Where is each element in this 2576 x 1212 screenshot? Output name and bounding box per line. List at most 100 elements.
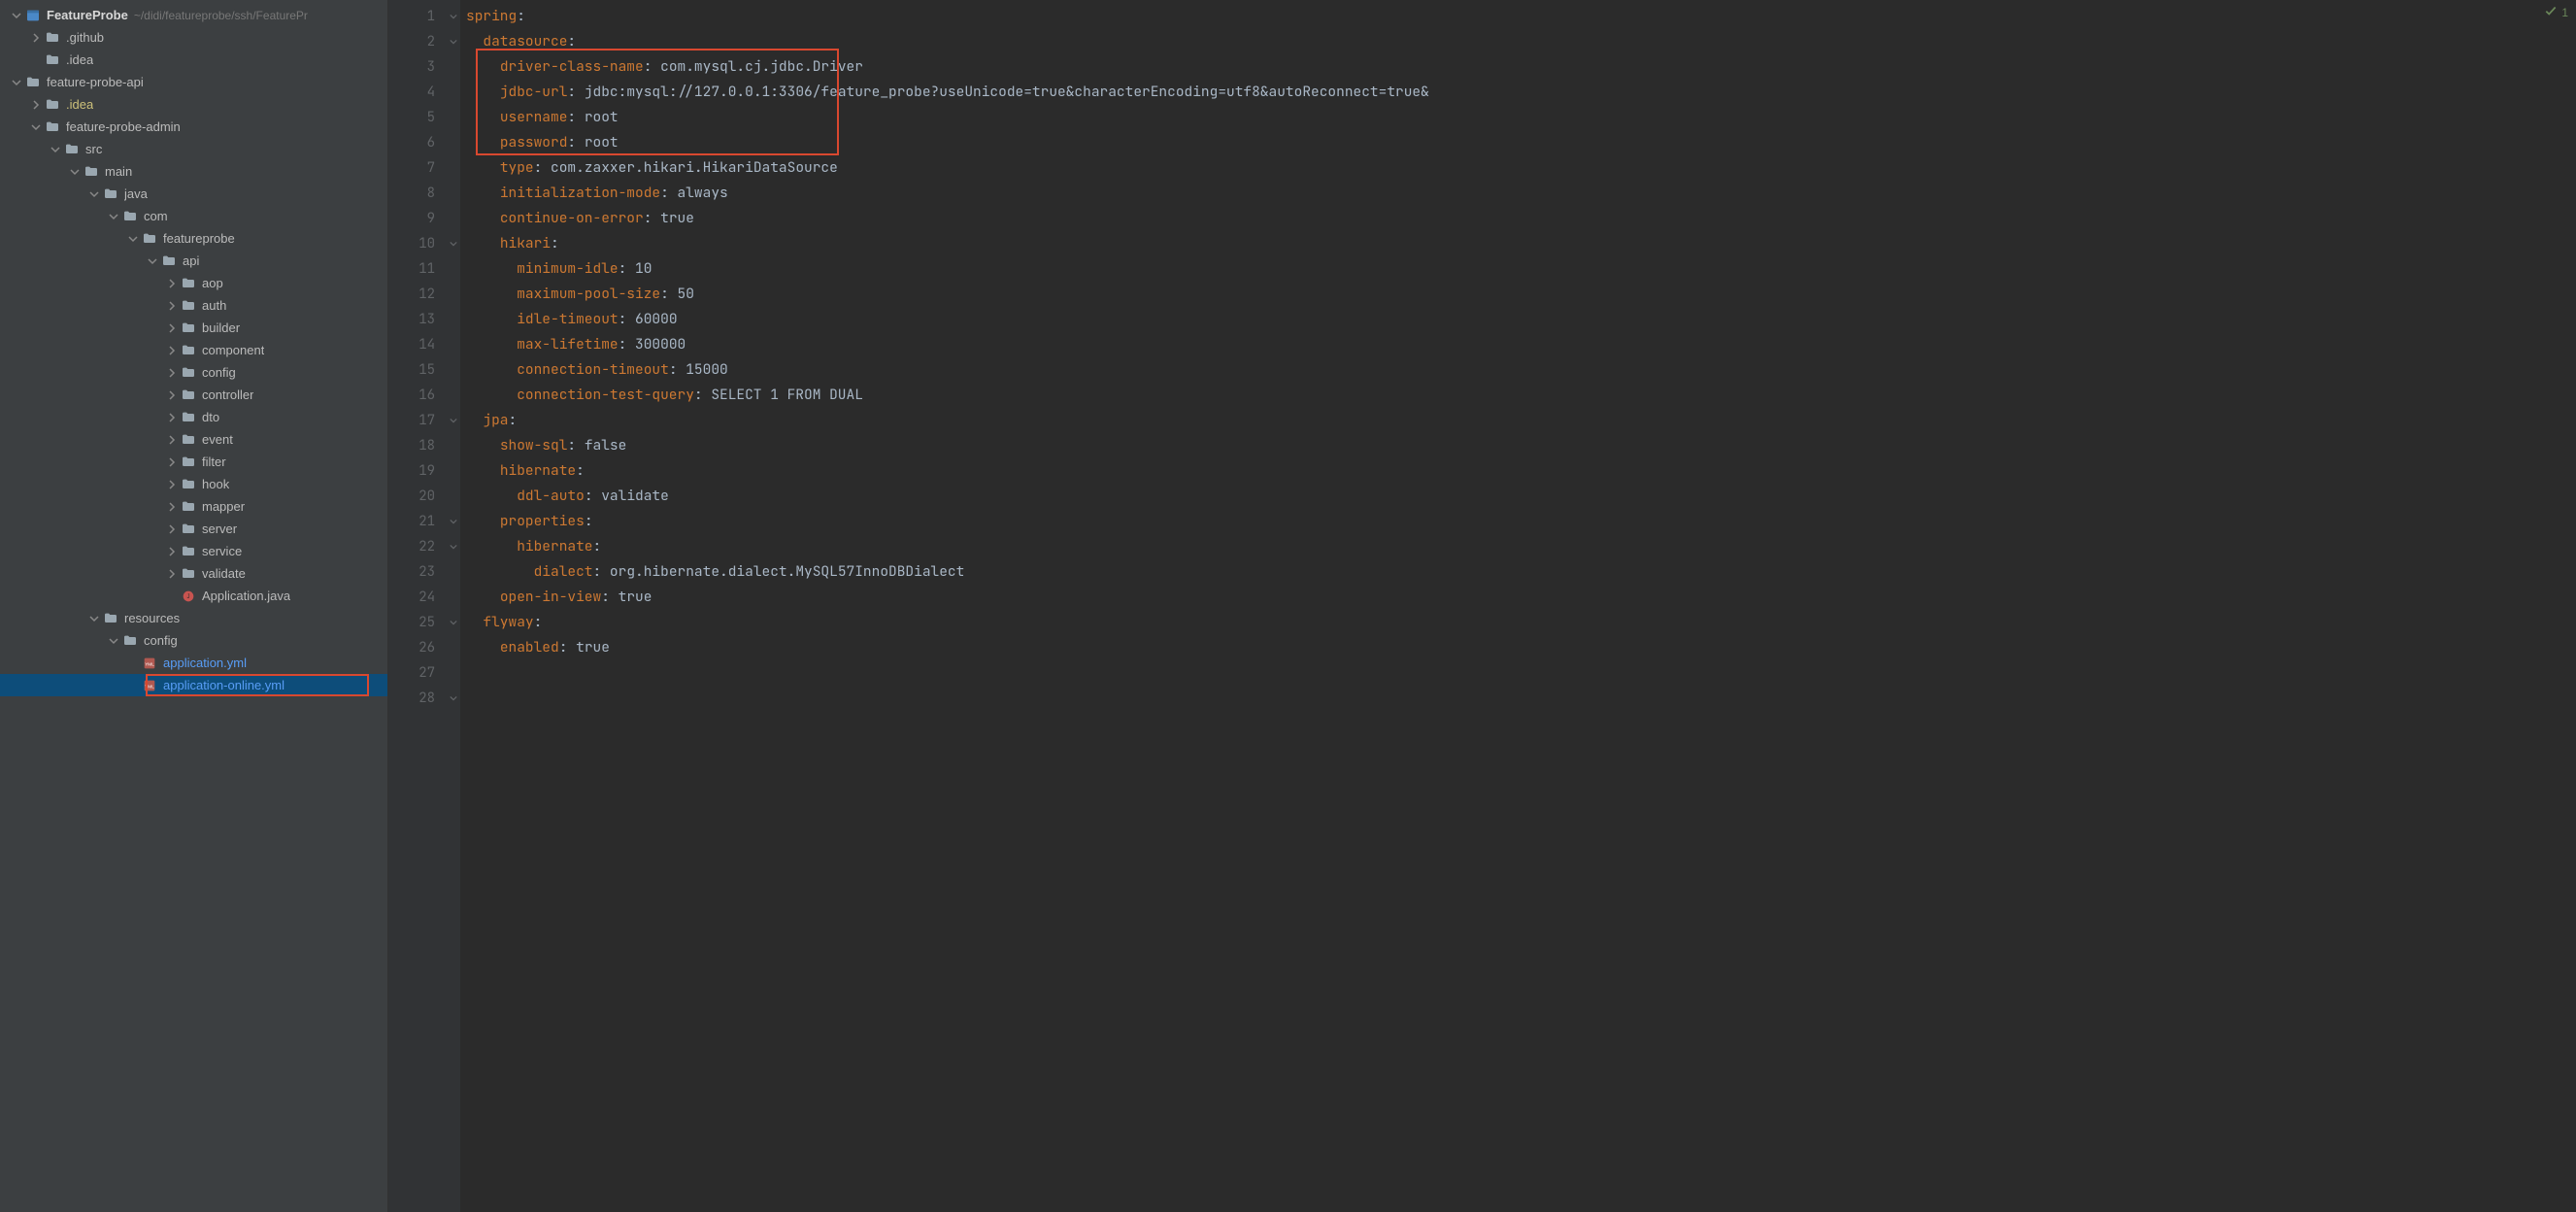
chevron-right-icon[interactable] xyxy=(165,411,179,424)
chevron-down-icon[interactable] xyxy=(87,187,101,201)
chevron-right-icon[interactable] xyxy=(165,500,179,514)
tree-folder[interactable]: .idea xyxy=(0,49,387,71)
chevron-right-icon[interactable] xyxy=(165,433,179,447)
code-line[interactable] xyxy=(466,686,2576,711)
tree-folder[interactable]: validate xyxy=(0,562,387,585)
chevron-right-icon[interactable] xyxy=(165,522,179,536)
tree-folder[interactable]: featureprobe xyxy=(0,227,387,250)
fold-open-icon[interactable] xyxy=(447,686,460,711)
tree-folder[interactable]: main xyxy=(0,160,387,183)
tree-folder[interactable]: resources xyxy=(0,607,387,629)
chevron-right-icon[interactable] xyxy=(165,299,179,313)
code-line[interactable]: spring: xyxy=(466,4,2576,29)
chevron-right-icon[interactable] xyxy=(165,545,179,558)
code-line[interactable]: flyway: xyxy=(466,610,2576,635)
tree-folder[interactable]: service xyxy=(0,540,387,562)
chevron-right-icon[interactable] xyxy=(165,344,179,357)
chevron-down-icon[interactable] xyxy=(10,9,23,22)
tree-folder[interactable]: aop xyxy=(0,272,387,294)
chevron-down-icon[interactable] xyxy=(126,232,140,246)
tree-file[interactable]: YMLapplication.yml xyxy=(0,652,387,674)
tree-folder[interactable]: src xyxy=(0,138,387,160)
code-line[interactable]: properties: xyxy=(466,509,2576,534)
code-line[interactable]: datasource: xyxy=(466,29,2576,54)
fold-open-icon[interactable] xyxy=(447,4,460,29)
fold-open-icon[interactable] xyxy=(447,610,460,635)
tree-folder[interactable]: builder xyxy=(0,317,387,339)
fold-open-icon[interactable] xyxy=(447,231,460,256)
tree-folder[interactable]: auth xyxy=(0,294,387,317)
tree-folder[interactable]: .idea xyxy=(0,93,387,116)
chevron-down-icon[interactable] xyxy=(107,634,120,648)
tree-folder[interactable]: api xyxy=(0,250,387,272)
code-line[interactable]: show-sql: false xyxy=(466,433,2576,458)
fold-open-icon[interactable] xyxy=(447,29,460,54)
code-line[interactable]: jdbc-url: jdbc:mysql://127.0.0.1:3306/fe… xyxy=(466,80,2576,105)
tree-folder[interactable]: java xyxy=(0,183,387,205)
chevron-right-icon[interactable] xyxy=(165,321,179,335)
fold-open-icon[interactable] xyxy=(447,534,460,559)
code-line[interactable]: ddl-auto: validate xyxy=(466,484,2576,509)
chevron-right-icon[interactable] xyxy=(165,455,179,469)
code-editor[interactable]: 1234567891011121314151617181920212223242… xyxy=(388,0,2576,1212)
code-line[interactable]: enabled: true xyxy=(466,635,2576,660)
chevron-right-icon[interactable] xyxy=(165,277,179,290)
code-line[interactable] xyxy=(466,660,2576,686)
chevron-down-icon[interactable] xyxy=(29,120,43,134)
code-line[interactable]: continue-on-error: true xyxy=(466,206,2576,231)
tree-folder[interactable]: feature-probe-admin xyxy=(0,116,387,138)
tree-folder[interactable]: controller xyxy=(0,384,387,406)
code-line[interactable]: jpa: xyxy=(466,408,2576,433)
chevron-right-icon[interactable] xyxy=(165,388,179,402)
analysis-status[interactable]: 1 xyxy=(2544,4,2568,20)
tree-folder[interactable]: .github xyxy=(0,26,387,49)
tree-folder[interactable]: com xyxy=(0,205,387,227)
chevron-right-icon[interactable] xyxy=(165,478,179,491)
chevron-down-icon[interactable] xyxy=(10,76,23,89)
code-line[interactable]: connection-timeout: 15000 xyxy=(466,357,2576,383)
chevron-right-icon[interactable] xyxy=(165,366,179,380)
chevron-right-icon[interactable] xyxy=(165,567,179,581)
tree-folder[interactable]: hook xyxy=(0,473,387,495)
tree-folder[interactable]: server xyxy=(0,518,387,540)
code-line[interactable]: password: root xyxy=(466,130,2576,155)
chevron-down-icon[interactable] xyxy=(107,210,120,223)
code-line[interactable]: connection-test-query: SELECT 1 FROM DUA… xyxy=(466,383,2576,408)
code-line[interactable]: dialect: org.hibernate.dialect.MySQL57In… xyxy=(466,559,2576,585)
tree-folder[interactable]: event xyxy=(0,428,387,451)
tree-folder[interactable]: dto xyxy=(0,406,387,428)
tree-folder[interactable]: feature-probe-api xyxy=(0,71,387,93)
code-area[interactable]: spring: datasource: driver-class-name: c… xyxy=(460,0,2576,1212)
chevron-down-icon[interactable] xyxy=(146,254,159,268)
tree-folder[interactable]: mapper xyxy=(0,495,387,518)
code-line[interactable]: idle-timeout: 60000 xyxy=(466,307,2576,332)
fold-open-icon[interactable] xyxy=(447,408,460,433)
code-line[interactable]: max-lifetime: 300000 xyxy=(466,332,2576,357)
tree-folder[interactable]: FeatureProbe~/didi/featureprobe/ssh/Feat… xyxy=(0,4,387,26)
code-line[interactable]: driver-class-name: com.mysql.cj.jdbc.Dri… xyxy=(466,54,2576,80)
code-line[interactable]: hibernate: xyxy=(466,458,2576,484)
fold-gutter[interactable] xyxy=(447,0,460,1212)
chevron-right-icon[interactable] xyxy=(29,31,43,45)
tree-folder[interactable]: filter xyxy=(0,451,387,473)
tree-file[interactable]: JApplication.java xyxy=(0,585,387,607)
code-line[interactable]: minimum-idle: 10 xyxy=(466,256,2576,282)
code-line[interactable]: hibernate: xyxy=(466,534,2576,559)
chevron-right-icon[interactable] xyxy=(29,98,43,112)
tree-folder[interactable]: config xyxy=(0,629,387,652)
tree-folder[interactable]: config xyxy=(0,361,387,384)
code-line[interactable]: open-in-view: true xyxy=(466,585,2576,610)
code-line[interactable]: initialization-mode: always xyxy=(466,181,2576,206)
tree-file[interactable]: YMLapplication-online.yml xyxy=(0,674,387,696)
code-line[interactable]: maximum-pool-size: 50 xyxy=(466,282,2576,307)
fold-open-icon[interactable] xyxy=(447,509,460,534)
chevron-down-icon[interactable] xyxy=(87,612,101,625)
tree-folder[interactable]: component xyxy=(0,339,387,361)
chevron-down-icon[interactable] xyxy=(68,165,82,179)
code-line[interactable]: hikari: xyxy=(466,231,2576,256)
code-line[interactable]: username: root xyxy=(466,105,2576,130)
code-line[interactable]: type: com.zaxxer.hikari.HikariDataSource xyxy=(466,155,2576,181)
tree-item-label: api xyxy=(183,253,199,268)
project-tree-panel[interactable]: FeatureProbe~/didi/featureprobe/ssh/Feat… xyxy=(0,0,388,1212)
chevron-down-icon[interactable] xyxy=(49,143,62,156)
